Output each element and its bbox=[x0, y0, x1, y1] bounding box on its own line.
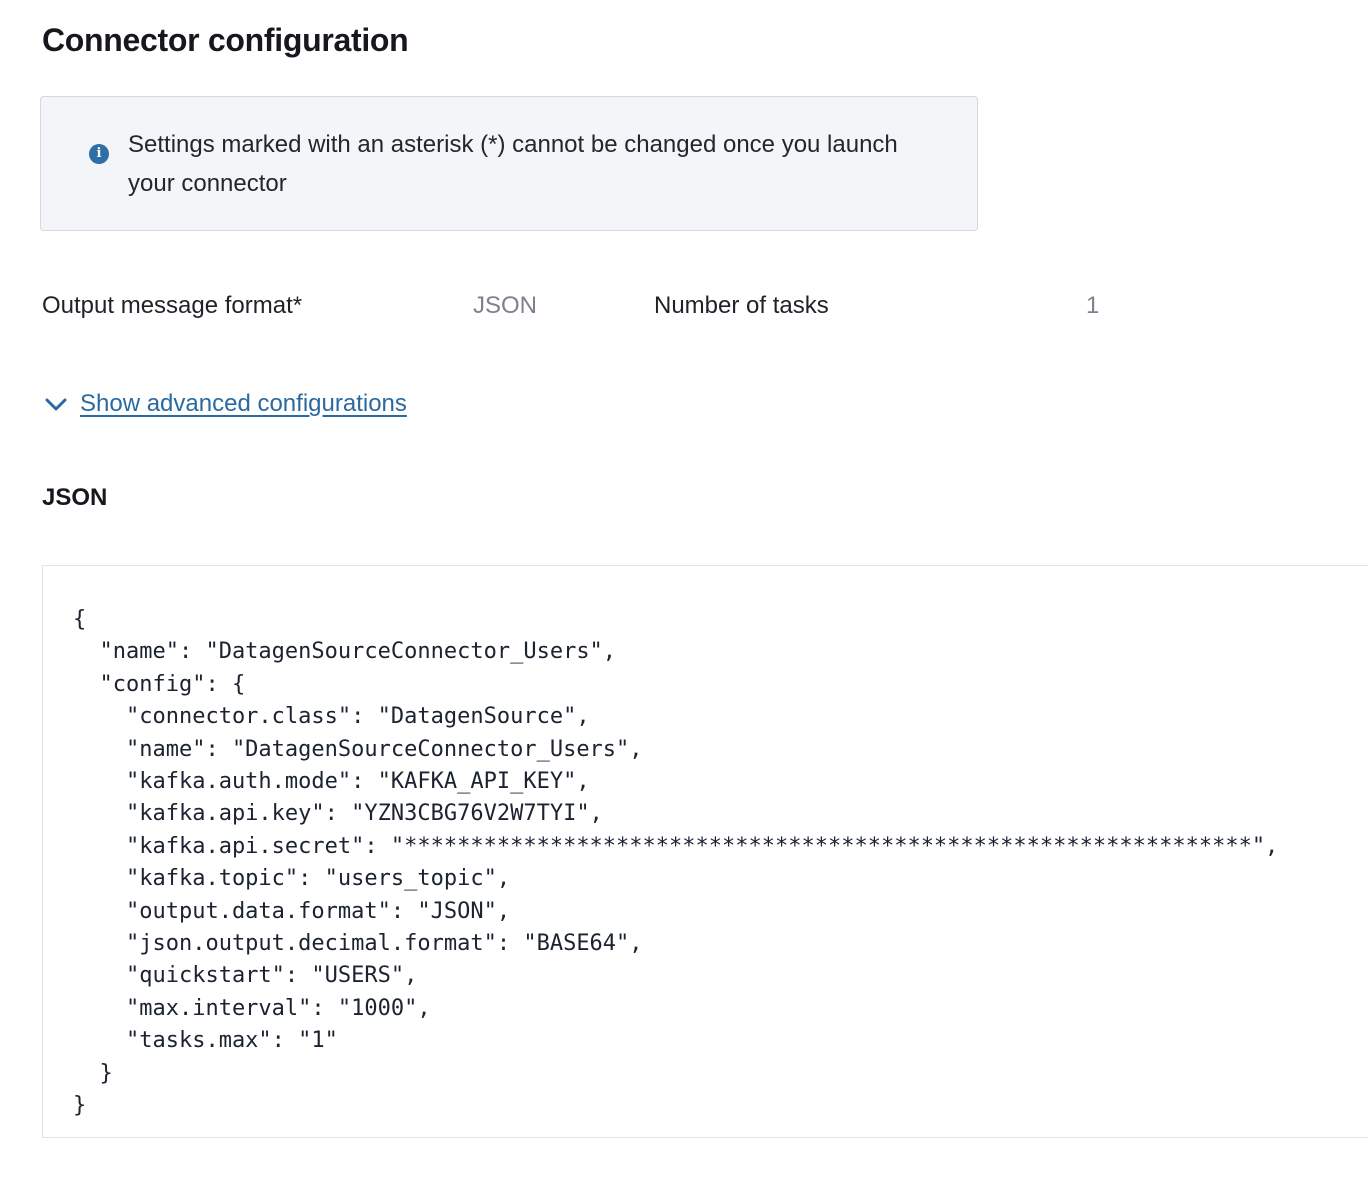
show-advanced-configurations-toggle[interactable]: Show advanced configurations bbox=[42, 390, 407, 418]
json-code-text: { "name": "DatagenSourceConnector_Users"… bbox=[73, 607, 1279, 1119]
json-code-panel[interactable]: { "name": "DatagenSourceConnector_Users"… bbox=[42, 565, 1368, 1138]
info-banner: i Settings marked with an asterisk (*) c… bbox=[40, 96, 978, 231]
connector-configuration-page: Connector configuration i Settings marke… bbox=[0, 0, 1368, 1178]
tasks-label: Number of tasks bbox=[654, 292, 829, 319]
info-circle-icon: i bbox=[89, 144, 109, 164]
output-format-label: Output message format* bbox=[42, 292, 303, 319]
output-format-value: JSON bbox=[473, 292, 538, 319]
json-section-title: JSON bbox=[42, 484, 108, 511]
show-advanced-configurations-link[interactable]: Show advanced configurations bbox=[80, 390, 407, 418]
tasks-value: 1 bbox=[1086, 292, 1100, 319]
chevron-down-icon bbox=[45, 398, 67, 411]
info-banner-text: Settings marked with an asterisk (*) can… bbox=[128, 131, 898, 197]
page-title: Connector configuration bbox=[42, 22, 409, 58]
